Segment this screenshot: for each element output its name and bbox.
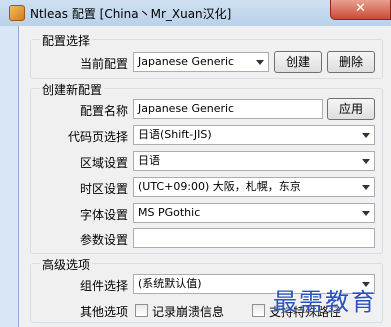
locale-select[interactable]: 日语 xyxy=(133,151,375,171)
codepage-label: 代码页选择 xyxy=(67,130,128,144)
config-name-input[interactable]: Japanese Generic xyxy=(133,99,323,119)
timezone-label: 时区设置 xyxy=(79,182,128,196)
font-label: 字体设置 xyxy=(79,208,128,222)
app-icon xyxy=(9,5,25,21)
close-button[interactable]: ✕ xyxy=(330,0,391,20)
chevron-down-icon xyxy=(362,159,370,164)
chevron-down-icon xyxy=(362,211,370,216)
window-title: Ntleas 配置 [China丶Mr_Xuan汉化] xyxy=(30,7,232,21)
chevron-down-icon xyxy=(362,133,370,138)
current-config-select[interactable]: Japanese Generic xyxy=(133,52,269,72)
advanced-group-title: 高级选项 xyxy=(40,256,93,273)
params-input[interactable] xyxy=(133,228,375,248)
component-label: 组件选择 xyxy=(79,279,128,293)
create-button[interactable]: 创建 xyxy=(274,51,322,73)
params-label: 参数设置 xyxy=(79,233,128,247)
log-crash-checkbox[interactable] xyxy=(135,304,148,317)
create-config-group-title: 创建新配置 xyxy=(40,81,105,98)
apply-button[interactable]: 应用 xyxy=(327,98,375,120)
locale-value: 日语 xyxy=(138,154,160,167)
codepage-select[interactable]: 日语(Shift-JIS) xyxy=(133,125,375,145)
current-config-value: Japanese Generic xyxy=(138,55,235,68)
keep-path-checkbox[interactable] xyxy=(252,304,265,317)
current-config-label: 当前配置 xyxy=(79,57,128,71)
chevron-down-icon xyxy=(256,60,264,65)
watermark-text: 最需教育 xyxy=(273,288,377,316)
codepage-value: 日语(Shift-JIS) xyxy=(138,128,212,141)
locale-label: 区域设置 xyxy=(79,156,128,170)
other-options-label: 其他选项 xyxy=(79,305,128,319)
delete-button[interactable]: 删除 xyxy=(327,51,375,73)
log-crash-label: 记录崩溃信息 xyxy=(152,305,225,319)
chevron-down-icon xyxy=(362,185,370,190)
timezone-select[interactable]: (UTC+09:00) 大阪，札幌，东京 xyxy=(133,177,375,197)
config-select-group-title: 配置选择 xyxy=(40,32,93,49)
font-select[interactable]: MS PGothic xyxy=(133,203,375,223)
font-value: MS PGothic xyxy=(138,206,201,219)
config-name-label: 配置名称 xyxy=(79,104,128,118)
timezone-value: (UTC+09:00) 大阪，札幌，东京 xyxy=(138,180,301,193)
component-value: (系统默认值) xyxy=(138,277,202,290)
